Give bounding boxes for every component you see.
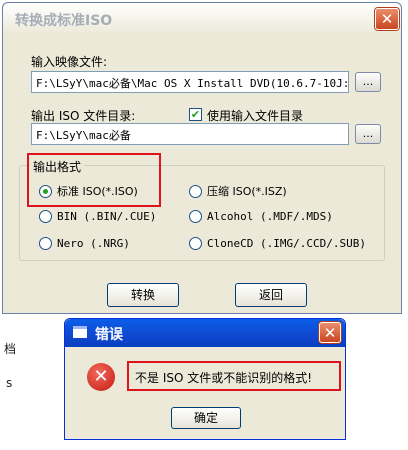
format-label: 标准 ISO(*.ISO) xyxy=(57,185,138,198)
close-icon[interactable]: ✕ xyxy=(375,8,399,30)
format-label: Alcohol (.MDF/.MDS) xyxy=(207,210,333,223)
dialog-title: 转换成标准ISO xyxy=(15,13,113,29)
radio-icon xyxy=(39,210,52,223)
error-icon: ✕ xyxy=(87,363,115,391)
format-label: Nero (.NRG) xyxy=(57,237,130,250)
use-input-dir-label: 使用输入文件目录 xyxy=(207,109,304,123)
format-label: CloneCD (.IMG/.CCD/.SUB) xyxy=(207,237,366,250)
error-titlebar[interactable]: 错误 ✕ xyxy=(65,319,345,347)
format-option-iso[interactable]: 标准 ISO(*.ISO) xyxy=(39,183,138,199)
input-image-label: 输入映像文件: xyxy=(31,55,108,69)
radio-selected-icon xyxy=(39,184,52,198)
convert-iso-dialog: 转换成标准ISO ✕ 输入映像文件: F:\LSyY\mac必备\Mac OS … xyxy=(2,2,402,314)
back-button[interactable]: 返回 xyxy=(235,283,307,307)
format-option-clonecd[interactable]: CloneCD (.IMG/.CCD/.SUB) xyxy=(189,237,366,250)
convert-button[interactable]: 转换 xyxy=(107,283,179,307)
background-text: s xyxy=(6,376,13,390)
format-label: BIN (.BIN/.CUE) xyxy=(57,210,157,223)
use-input-dir-checkbox[interactable]: ✔ xyxy=(189,108,202,121)
radio-icon xyxy=(189,184,202,198)
output-dir-label: 输出 ISO 文件目录: xyxy=(31,109,136,123)
radio-icon xyxy=(39,237,52,250)
error-message: 不是 ISO 文件或不能识别的格式! xyxy=(135,371,313,385)
error-title: 错误 xyxy=(95,327,123,343)
radio-icon xyxy=(189,237,202,250)
dialog-titlebar[interactable]: 转换成标准ISO ✕ xyxy=(3,3,401,35)
browse-output-button[interactable]: ... xyxy=(355,124,381,144)
format-option-nero[interactable]: Nero (.NRG) xyxy=(39,237,130,250)
format-option-alcohol[interactable]: Alcohol (.MDF/.MDS) xyxy=(189,210,333,223)
format-option-isz[interactable]: 压缩 ISO(*.ISZ) xyxy=(189,183,287,199)
background-text: 档 xyxy=(4,342,17,356)
ok-button[interactable]: 确定 xyxy=(171,407,241,429)
input-image-field[interactable]: F:\LSyY\mac必备\Mac OS X Install DVD(10.6.… xyxy=(31,71,349,93)
format-option-bin[interactable]: BIN (.BIN/.CUE) xyxy=(39,210,156,223)
close-icon[interactable]: ✕ xyxy=(319,322,341,343)
error-dialog: 错误 ✕ ✕ 不是 ISO 文件或不能识别的格式! 确定 xyxy=(64,318,346,440)
browse-input-button[interactable]: ... xyxy=(355,72,381,92)
window-icon xyxy=(73,326,87,338)
format-label: 压缩 ISO(*.ISZ) xyxy=(207,185,287,198)
radio-icon xyxy=(189,210,202,223)
output-dir-field[interactable]: F:\LSyY\mac必备 xyxy=(31,123,349,145)
